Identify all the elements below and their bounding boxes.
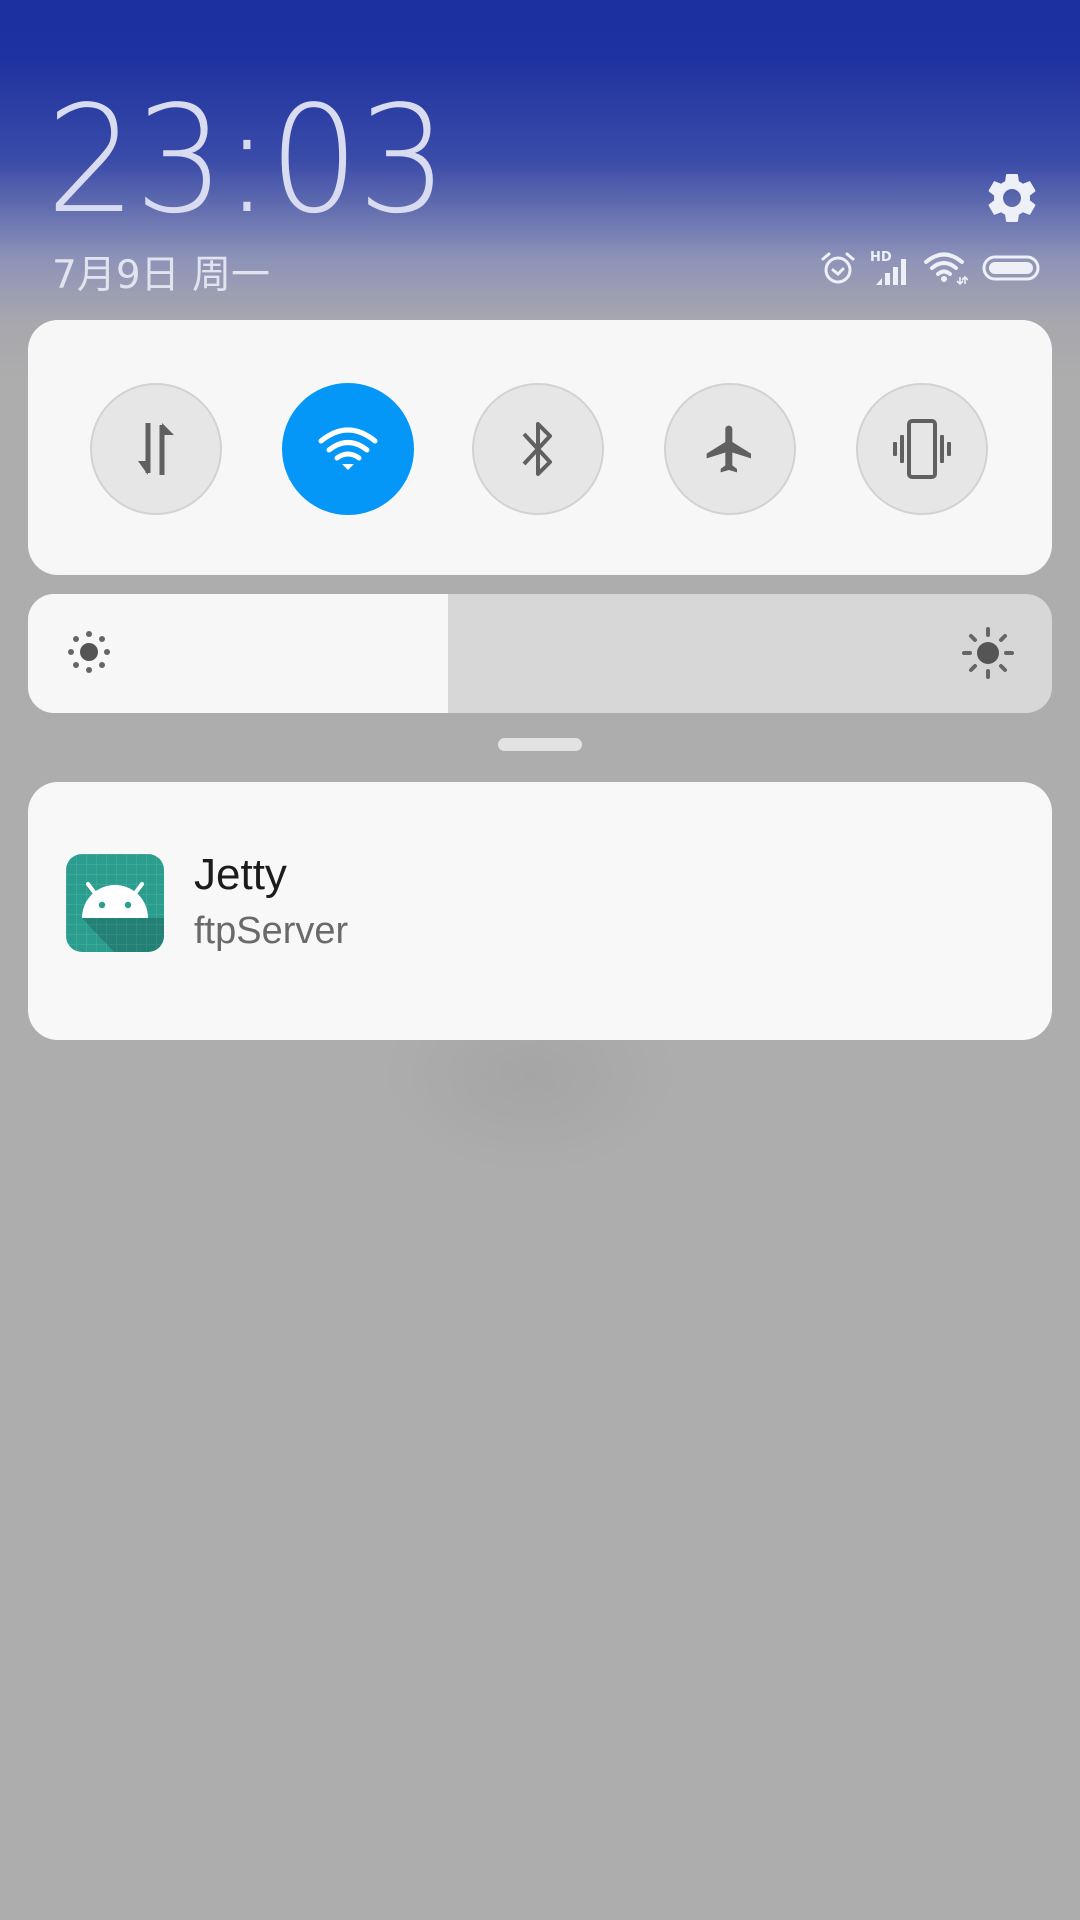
date: 7月9日 周一 bbox=[52, 253, 271, 298]
brightness-slider[interactable] bbox=[28, 594, 1052, 713]
brightness-high-icon bbox=[962, 627, 1014, 679]
settings-button[interactable] bbox=[982, 168, 1042, 228]
alarm-icon bbox=[821, 252, 855, 284]
bluetooth-toggle[interactable] bbox=[472, 383, 604, 515]
gear-icon bbox=[988, 173, 1036, 222]
airplane-icon bbox=[706, 425, 751, 473]
svg-text:HD: HD bbox=[870, 250, 892, 265]
panel-drag-handle[interactable] bbox=[498, 738, 582, 751]
bluetooth-icon bbox=[522, 422, 552, 476]
wifi-icon bbox=[318, 427, 378, 470]
airplane-mode-toggle[interactable] bbox=[664, 383, 796, 515]
vibrate-toggle[interactable] bbox=[856, 383, 988, 515]
battery-icon bbox=[982, 255, 1040, 281]
vibrate-icon bbox=[893, 419, 951, 479]
notification-text: ftpServer bbox=[194, 910, 349, 952]
clock: 23:03 bbox=[46, 74, 448, 246]
wifi-icon bbox=[924, 252, 968, 285]
android-app-icon bbox=[66, 854, 164, 952]
quick-settings-panel bbox=[28, 320, 1052, 575]
mobile-data-toggle[interactable] bbox=[90, 383, 222, 515]
hd-signal-icon: HD bbox=[870, 250, 906, 285]
wifi-toggle[interactable] bbox=[282, 383, 414, 515]
brightness-low-icon bbox=[68, 631, 110, 673]
notification-title: Jetty bbox=[194, 850, 287, 899]
mobile-data-icon bbox=[138, 423, 174, 475]
status-bar-icons: HD bbox=[820, 248, 1040, 288]
notification-card[interactable]: Jetty ftpServer bbox=[28, 782, 1052, 1040]
